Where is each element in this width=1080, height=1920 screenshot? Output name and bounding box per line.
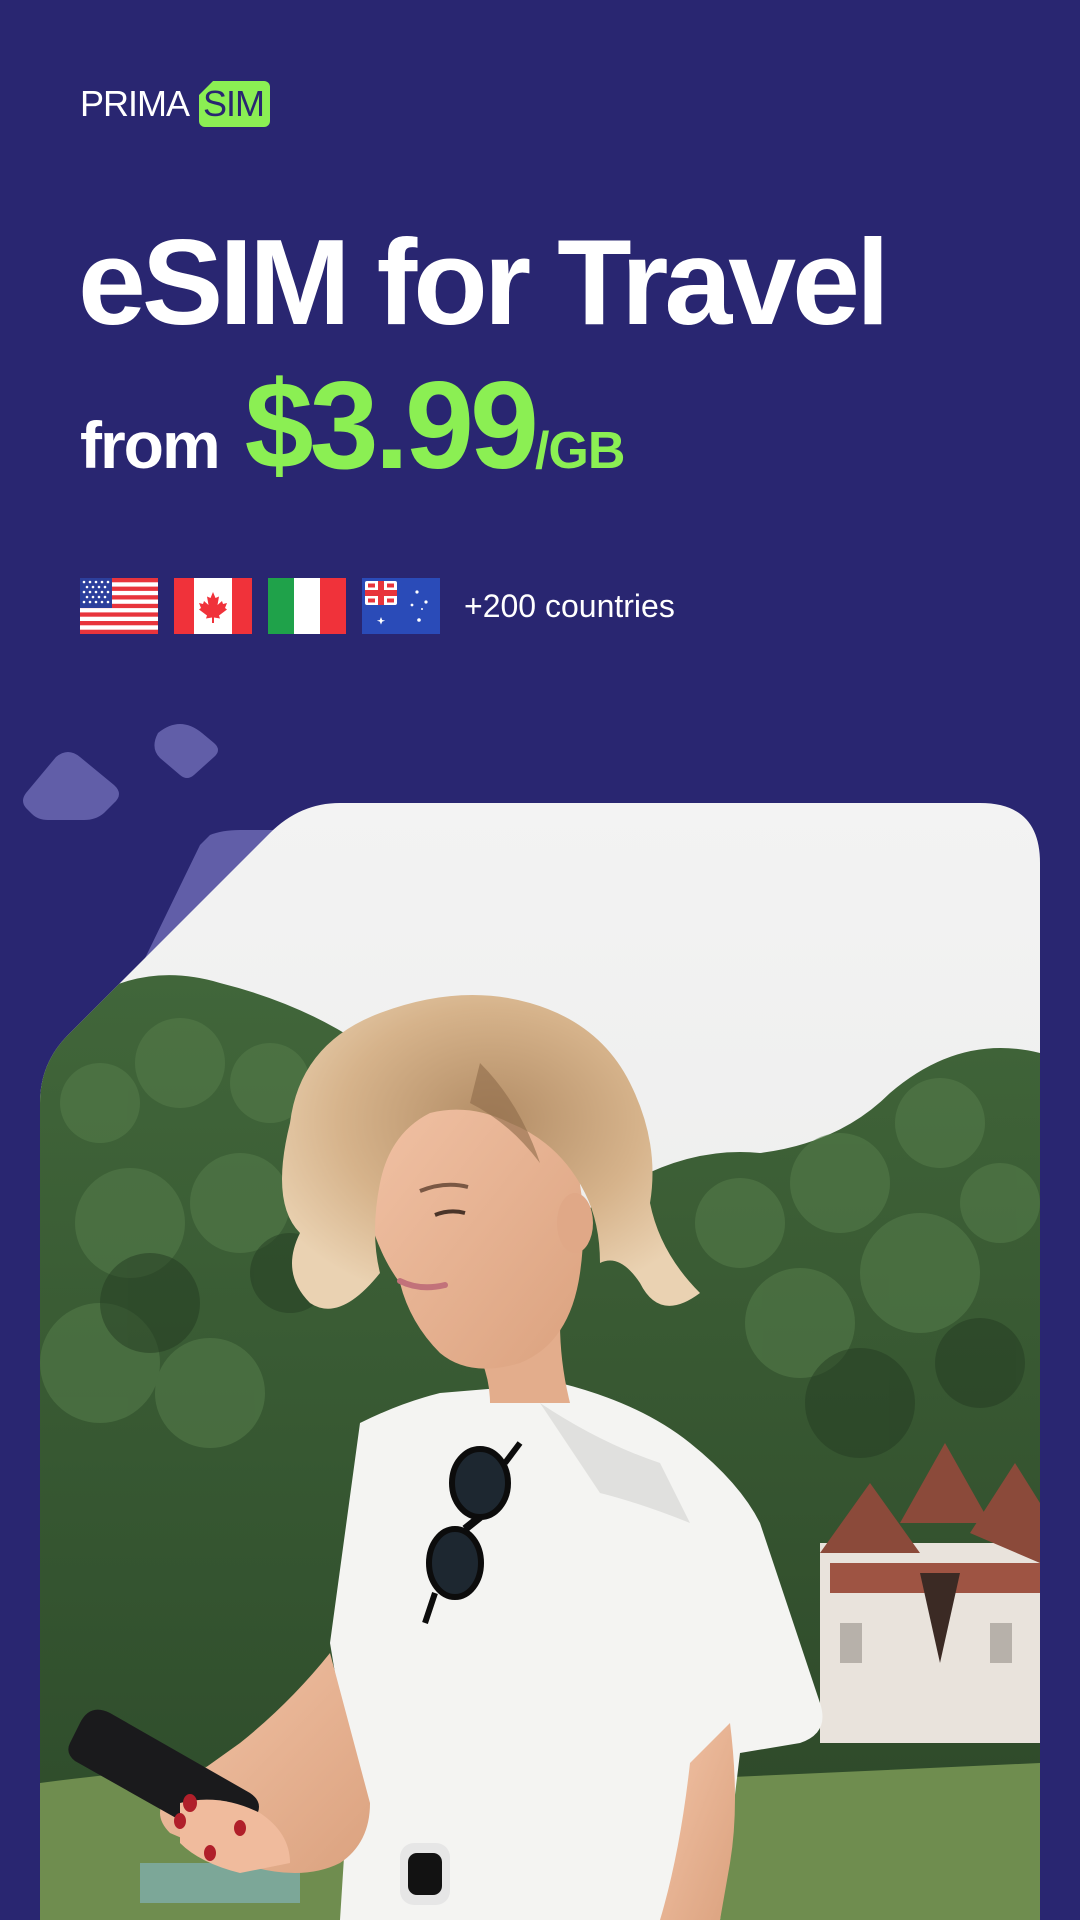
decor-diamond-small xyxy=(154,724,218,778)
logo-sim-badge: SIM xyxy=(199,81,271,127)
canada-flag-icon xyxy=(174,578,252,634)
country-flags: +200 countries xyxy=(80,578,675,634)
price-line: from $3.99 /GB xyxy=(80,355,625,495)
italy-flag-icon xyxy=(268,578,346,634)
price-amount: $3.99 xyxy=(244,357,539,495)
price-unit: /GB xyxy=(534,422,625,480)
logo-wordmark: PRIMA xyxy=(80,83,190,124)
usa-flag-icon xyxy=(80,578,158,634)
smartwatch xyxy=(400,1843,450,1905)
price-prefix: from xyxy=(80,408,221,482)
hero-photo xyxy=(40,803,1040,1920)
australia-flag-icon xyxy=(362,578,440,634)
countries-count-text: +200 countries xyxy=(464,587,675,624)
page-title: eSIM for Travel xyxy=(78,214,890,350)
brand-logo: PRIMA SIM xyxy=(80,80,271,128)
